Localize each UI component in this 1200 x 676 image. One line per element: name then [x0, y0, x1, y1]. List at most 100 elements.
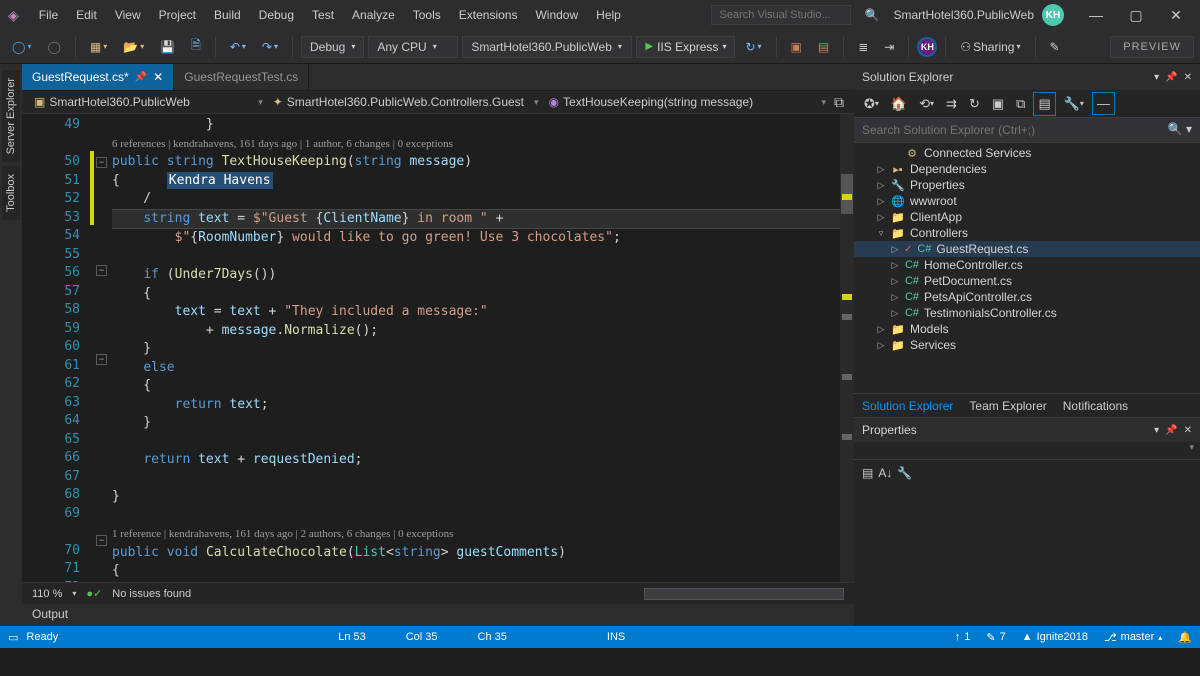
user-avatar[interactable]: KH	[1042, 4, 1064, 26]
notifications-icon[interactable]: 🔔	[1178, 631, 1192, 644]
code-text[interactable]: } 6 references | kendrahavens, 161 days …	[112, 114, 854, 582]
tree-item[interactable]: ⚙Connected Services	[854, 145, 1200, 161]
zoom-level[interactable]: 110 %	[32, 588, 62, 600]
maximize-button[interactable]: ▢	[1120, 3, 1152, 27]
save-icon[interactable]: 💾	[154, 36, 181, 58]
tab-guest-request-test[interactable]: GuestRequestTest.cs	[174, 64, 309, 90]
tree-item[interactable]: ▷📁Models	[854, 321, 1200, 337]
pin-icon[interactable]: 📌	[1165, 72, 1177, 83]
run-button[interactable]: ▶IIS Express▾	[636, 36, 735, 58]
dropdown-icon[interactable]: ▾	[1154, 425, 1159, 436]
home-icon[interactable]: ✪ ▾	[860, 93, 883, 115]
startup-project-dropdown[interactable]: SmartHotel360.PublicWeb▾	[462, 36, 632, 58]
tree-item[interactable]: ▷C#HomeController.cs	[854, 257, 1200, 273]
tab-solution-explorer[interactable]: Solution Explorer	[854, 396, 961, 416]
dropdown-icon[interactable]: ▾	[1154, 72, 1159, 83]
undo-icon[interactable]: ↶ ▾	[224, 36, 252, 58]
quick-launch-search[interactable]	[711, 5, 851, 25]
tool-icon-1[interactable]: ▣	[785, 36, 808, 58]
fold-toggle[interactable]: −	[96, 265, 107, 276]
tree-item[interactable]: ▷✓C#GuestRequest.cs	[854, 241, 1200, 257]
tree-item[interactable]: ▿📁Controllers	[854, 225, 1200, 241]
pin-icon[interactable]: 📌	[1165, 425, 1177, 436]
tree-item[interactable]: ▷C#TestimonialsController.cs	[854, 305, 1200, 321]
minimize-button[interactable]: —	[1080, 3, 1112, 27]
close-tab-icon[interactable]: ✕	[153, 70, 163, 84]
breadcrumb-member[interactable]: ◉TextHouseKeeping(string message)	[543, 93, 760, 111]
search-icon[interactable]: 🔍	[859, 6, 886, 24]
menu-test[interactable]: Test	[304, 4, 342, 26]
sync-icon[interactable]: ⟲ ▾	[915, 93, 938, 115]
close-panel-icon[interactable]: ✕	[1184, 425, 1192, 436]
tree-item[interactable]: ▷🌐wwwroot	[854, 193, 1200, 209]
save-all-icon[interactable]: 🗎	[185, 32, 207, 61]
liveshare-avatar[interactable]: KH	[917, 37, 937, 57]
menu-analyze[interactable]: Analyze	[344, 4, 403, 26]
preview-toggle-icon[interactable]: ▤	[1033, 92, 1055, 116]
solution-tree[interactable]: ⚙Connected Services▷▸▪Dependencies▷🔧Prop…	[854, 143, 1200, 393]
code-editor[interactable]: 4950515253545556575859606162636465666768…	[22, 114, 854, 582]
refresh-icon[interactable]: ↻ ▾	[739, 36, 767, 58]
new-project-icon[interactable]: ▦ ▾	[84, 36, 113, 58]
solution-search-input[interactable]	[854, 118, 1160, 142]
sort-icon[interactable]: A↓	[878, 466, 892, 480]
scrollbar[interactable]	[840, 114, 854, 582]
tool-icon-2[interactable]: ▤	[812, 36, 835, 58]
categorize-icon[interactable]: ▤	[862, 466, 873, 480]
menu-file[interactable]: File	[31, 4, 66, 26]
menu-view[interactable]: View	[107, 4, 149, 26]
codelens[interactable]: 1 reference | kendrahavens, 161 days ago…	[112, 528, 453, 540]
branch-name[interactable]: ⎇ master ▴	[1104, 631, 1162, 644]
split-editor-icon[interactable]: ⧉	[830, 94, 848, 111]
toolbox-tab[interactable]: Toolbox	[2, 166, 20, 220]
redo-icon[interactable]: ↷ ▾	[256, 36, 284, 58]
properties-icon[interactable]: 🔧▾	[1060, 93, 1088, 115]
server-explorer-tab[interactable]: Server Explorer	[2, 70, 20, 162]
collapse-icon[interactable]: ⇉	[942, 93, 961, 115]
nav-forward-button[interactable]: ◯	[41, 36, 66, 58]
scrollbar-h[interactable]	[644, 588, 844, 600]
breadcrumb-namespace[interactable]: ✦SmartHotel360.PublicWeb.Controllers.Gue…	[267, 93, 530, 111]
breadcrumb-project[interactable]: ▣SmartHotel360.PublicWeb	[28, 93, 196, 111]
repo-name[interactable]: ▲ Ignite2018	[1022, 631, 1088, 643]
pin-icon[interactable]: 📌	[135, 72, 147, 83]
feedback-icon[interactable]: ✎	[1044, 36, 1066, 58]
open-file-icon[interactable]: 📂 ▾	[117, 36, 150, 58]
close-button[interactable]: ✕	[1160, 3, 1192, 27]
home-icon[interactable]: 🏠	[887, 93, 911, 115]
tree-item[interactable]: ▷C#PetsApiController.cs	[854, 289, 1200, 305]
tree-item[interactable]: ▷🔧Properties	[854, 177, 1200, 193]
tab-guest-request[interactable]: GuestRequest.cs*📌✕	[22, 64, 174, 90]
tab-notifications[interactable]: Notifications	[1055, 396, 1136, 416]
outdent-icon[interactable]: ⇥	[878, 36, 900, 58]
menu-edit[interactable]: Edit	[68, 4, 105, 26]
tab-team-explorer[interactable]: Team Explorer	[961, 396, 1054, 416]
copy-icon[interactable]: ⧉	[1012, 93, 1029, 115]
filter-icon[interactable]: —	[1092, 92, 1115, 115]
menu-tools[interactable]: Tools	[405, 4, 449, 26]
pending-changes[interactable]: ✎ 7	[986, 631, 1005, 644]
menu-build[interactable]: Build	[206, 4, 249, 26]
close-panel-icon[interactable]: ✕	[1184, 72, 1192, 83]
output-panel-tab[interactable]: Output	[22, 604, 854, 626]
menu-extensions[interactable]: Extensions	[451, 4, 526, 26]
sharing-button[interactable]: ⚇ Sharing ▾	[954, 36, 1026, 58]
publish-button[interactable]: ↑ 1	[955, 631, 971, 643]
codelens[interactable]: 6 references | kendrahavens, 161 days ag…	[112, 138, 453, 150]
fold-toggle[interactable]: −	[96, 535, 107, 546]
indent-icon[interactable]: ≣	[852, 36, 874, 58]
nav-back-button[interactable]: ◯ ▾	[6, 36, 37, 58]
platform-dropdown[interactable]: Any CPU▾	[368, 36, 458, 58]
menu-project[interactable]: Project	[151, 4, 204, 26]
tree-item[interactable]: ▷📁Services	[854, 337, 1200, 353]
fold-toggle[interactable]: −	[96, 157, 107, 168]
refresh-icon[interactable]: ↻	[965, 93, 984, 115]
tree-item[interactable]: ▷📁ClientApp	[854, 209, 1200, 225]
config-dropdown[interactable]: Debug▾	[301, 36, 364, 58]
fold-toggle[interactable]: −	[96, 354, 107, 365]
tree-item[interactable]: ▷▸▪Dependencies	[854, 161, 1200, 177]
properties-dropdown[interactable]: ▾	[854, 442, 1200, 460]
search-icon[interactable]: 🔍 ▾	[1160, 118, 1200, 142]
menu-help[interactable]: Help	[588, 4, 629, 26]
show-all-icon[interactable]: ▣	[988, 93, 1008, 115]
